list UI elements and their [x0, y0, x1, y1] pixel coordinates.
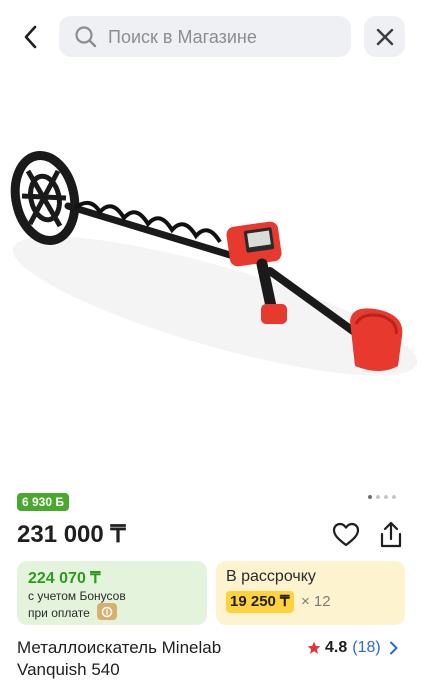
installment-months: × 12 [301, 593, 331, 610]
product-title-line-1: Металлоискатель Minelab [17, 638, 222, 657]
bonus-badge: 6 930 Б [17, 493, 69, 511]
installment-label: В рассрочку [226, 568, 316, 585]
metal-detector-image [10, 151, 418, 376]
top-bar: Поиск в Магазине [0, 0, 423, 74]
close-icon [376, 28, 393, 45]
bonus-price: 224 070 ₸ [28, 570, 101, 587]
product-title-line-2: Vanquish 540 [17, 660, 120, 679]
installment-amount: 19 250 ₸ [226, 591, 294, 613]
gallery-dot [384, 495, 388, 499]
back-button[interactable] [14, 20, 48, 54]
installment-card[interactable]: В рассрочку 19 250 ₸ × 12 [216, 561, 405, 625]
bonus-price-card[interactable]: 224 070 ₸ с учетом Бонусов при оплате [17, 561, 207, 625]
gallery-dot [376, 495, 380, 499]
bonus-line-2: при оплате [28, 606, 90, 620]
product-price: 231 000 ₸ [17, 521, 126, 548]
rating-link[interactable]: 4.8 (18) [307, 638, 399, 658]
close-button[interactable] [364, 16, 405, 57]
back-arrow-icon [24, 25, 37, 49]
rating-value: 4.8 [325, 639, 348, 656]
search-placeholder: Поиск в Магазине [108, 27, 257, 47]
search-icon [75, 26, 97, 48]
chevron-right-icon [389, 641, 398, 655]
gallery-pagination [368, 495, 396, 499]
bonus-coin-icon [97, 603, 117, 620]
heart-icon[interactable] [332, 521, 360, 549]
bonus-line-1: с учетом Бонусов [28, 589, 126, 603]
gallery-dot [392, 495, 396, 499]
reviews-count: (18) [352, 639, 381, 656]
share-icon[interactable] [377, 520, 405, 550]
star-icon [307, 641, 321, 654]
gallery-dot-active [368, 495, 372, 499]
product-image[interactable] [0, 76, 423, 486]
search-input[interactable]: Поиск в Магазине [59, 16, 351, 57]
